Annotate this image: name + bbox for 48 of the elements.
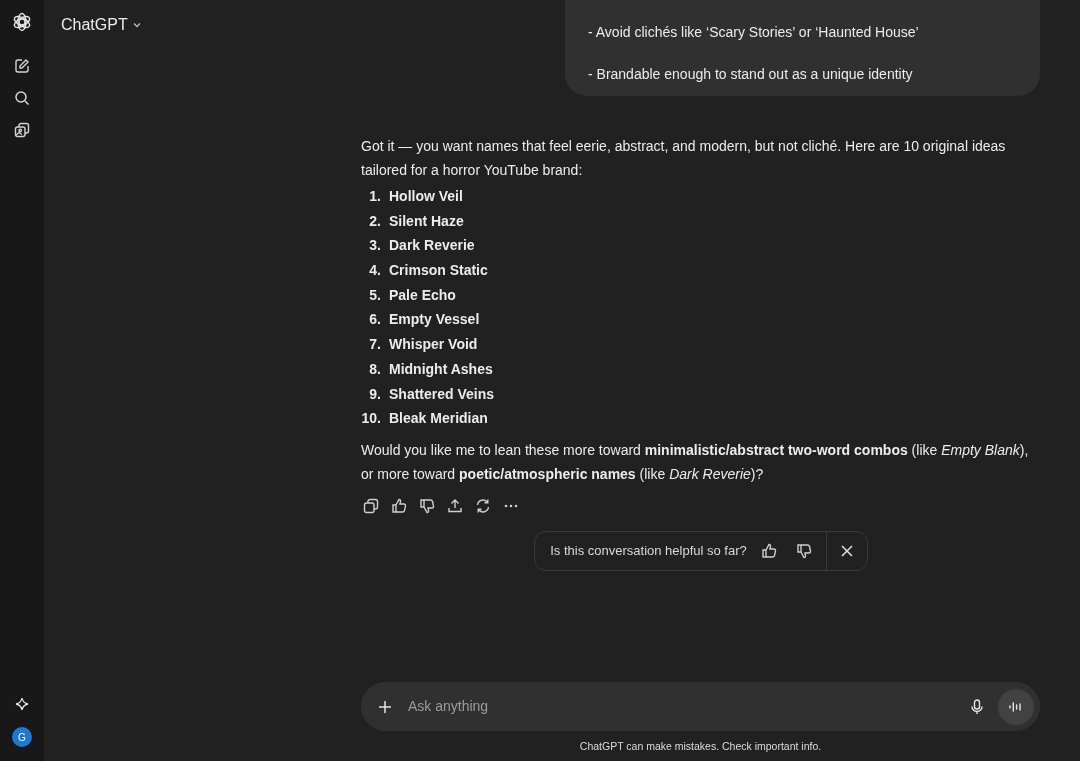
user-avatar[interactable]: G [12,727,32,747]
sparkle-icon[interactable] [15,697,29,711]
name-idea: Crimson Static [389,261,488,281]
list-number: 8. [368,359,382,379]
list-number: 1. [368,187,382,206]
copy-icon[interactable] [363,498,379,515]
chevron-down-icon [131,20,142,30]
name-idea: Empty Vessel [389,310,480,330]
name-idea: Whisper Void [389,335,478,355]
thumbs-down-icon[interactable] [419,498,435,515]
logo-icon[interactable] [12,12,32,32]
name-idea: Midnight Ashes [389,359,493,379]
message-line: - Avoid clichés like ‘Scary Stories’ or ‘Haunted House’ [588,23,920,42]
list-number: 4. [368,261,382,281]
response-paragraph: Would you like me to lean these more toward minimalistic/abstract two-word combos (like Empty Blank), or more toward poetic/atmospheric names (like Dark Reverie)? [361,441,1030,485]
feedback-question: Is this conversation helpful so far? [550,542,747,561]
microphone-icon[interactable] [970,698,984,715]
images-icon[interactable] [14,122,30,138]
name-idea: Pale Echo [389,285,456,305]
model-selector[interactable]: ChatGPT [61,13,142,37]
list-number: 3. [368,236,382,256]
list-number: 6. [368,310,382,330]
disclaimer-text: ChatGPT can make mistakes. Check important info. [579,739,822,755]
thumbs-up-icon[interactable] [760,543,777,560]
name-idea: Dark Reverie [389,236,475,256]
message-line: - Brandable enough to stand out as a unique identity [588,65,914,84]
thumbs-down-icon[interactable] [795,543,812,560]
share-icon[interactable] [447,498,463,515]
list-number: 2. [368,211,382,231]
prompt-input[interactable]: Ask anything [408,696,970,718]
edit-icon[interactable] [14,58,30,74]
close-icon[interactable] [840,545,853,558]
name-idea: Bleak Meridian [389,409,488,429]
name-idea: Hollow Veil [389,187,463,206]
plus-icon[interactable] [378,699,392,714]
thumbs-up-icon[interactable] [391,498,407,515]
list-number: 9. [368,384,382,404]
name-idea: Shattered Veins [389,384,495,404]
search-icon[interactable] [14,90,30,106]
list-number: 5. [368,285,382,305]
message-composer[interactable]: Ask anything [361,682,1040,732]
waveform-icon [1009,700,1023,713]
name-idea: Silent Haze [389,211,464,231]
list-number: 10. [361,409,382,429]
voice-mode-button[interactable] [998,688,1034,725]
regenerate-icon[interactable] [475,498,491,515]
response-paragraph: Got it — you want names that feel eerie, abstract, and modern, but not cliché. Here are 10 original ideas tailored for a horror YouTube brand: [361,137,1007,180]
list-number: 7. [368,335,382,355]
